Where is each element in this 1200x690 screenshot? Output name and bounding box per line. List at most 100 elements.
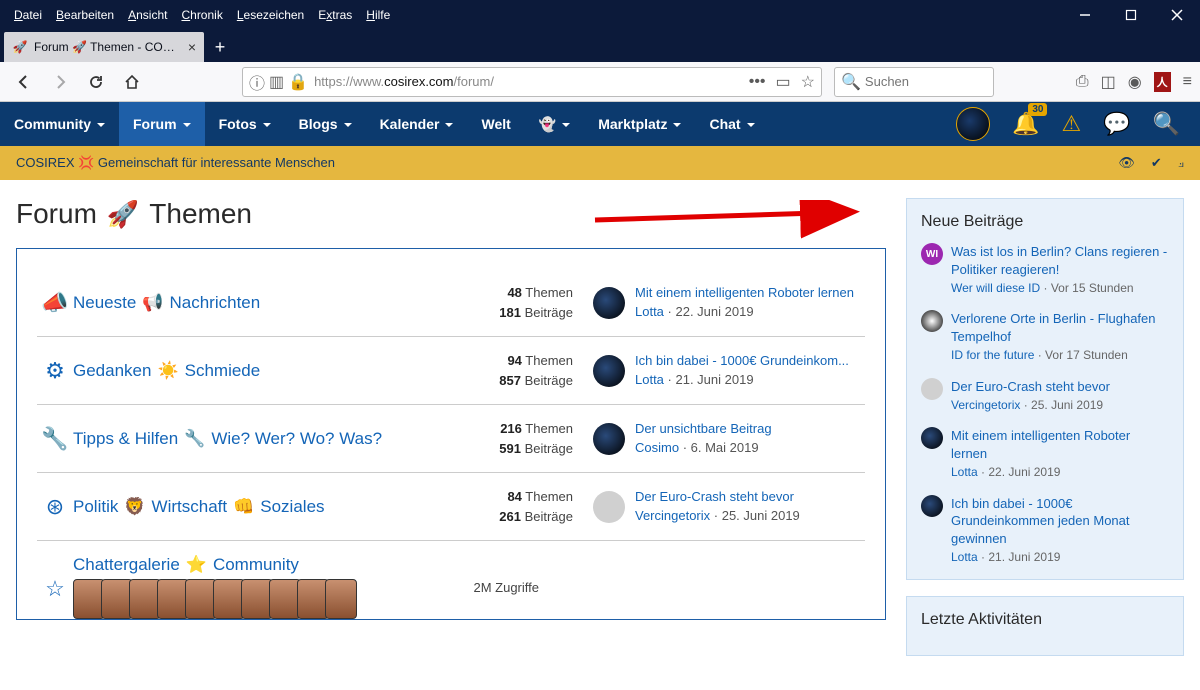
library-icon[interactable]: ⎙ [1076, 73, 1089, 91]
check-icon[interactable]: ✔ [1151, 155, 1162, 171]
sidebar-heading: Neue Beiträge [921, 213, 1169, 231]
nav-marktplatz[interactable]: Marktplatz [584, 102, 695, 146]
hamburger-menu-icon[interactable]: ≡ [1183, 73, 1192, 91]
avatar[interactable] [921, 495, 943, 517]
forum-stats: 84 Themen 261 Beiträge [433, 487, 573, 526]
menu-lesezeichen[interactable]: Lesezeichen [237, 8, 304, 22]
close-button[interactable] [1154, 0, 1200, 30]
sidebar-post-item[interactable]: Der Euro-Crash steht bevorVercingetorix … [921, 378, 1169, 414]
reload-button[interactable] [80, 66, 112, 98]
forum-last-post[interactable]: Der Euro-Crash steht bevor Vercingetorix… [573, 488, 865, 524]
site-nav: Community Forum Fotos Blogs Kalender Wel… [0, 102, 1200, 146]
wrench-icon: 🔧 [37, 426, 73, 452]
home-button[interactable] [116, 66, 148, 98]
new-tab-button[interactable]: + [204, 32, 236, 62]
empire-icon: ⊛ [37, 494, 73, 520]
forum-stats: 48 Themen 181 Beiträge [433, 283, 573, 322]
warning-icon[interactable]: ⚠ [1061, 111, 1081, 137]
sidebar-post-item[interactable]: WI Was ist los in Berlin? Clans regieren… [921, 243, 1169, 296]
nav-kalender[interactable]: Kalender [366, 102, 468, 146]
nav-community[interactable]: Community [0, 102, 119, 146]
chat-bubbles-icon[interactable]: 💬 [1103, 111, 1130, 137]
forum-stats: 94 Themen 857 Beiträge [433, 351, 573, 390]
nav-welt[interactable]: Welt [467, 102, 524, 146]
avatar-globe-icon[interactable] [956, 107, 990, 141]
avatar[interactable] [593, 491, 625, 523]
minimize-button[interactable] [1062, 0, 1108, 30]
forum-title[interactable]: Politik 🦁 Wirtschaft 👊 Soziales [73, 497, 433, 517]
menu-bearbeiten[interactable]: Bearbeiten [56, 8, 114, 22]
browser-toolbar: ⓘ ▥ 🔒 https://www.cosirex.com/forum/ •••… [0, 62, 1200, 102]
forward-button[interactable] [44, 66, 76, 98]
info-icon[interactable]: ⓘ [249, 70, 265, 94]
reader-icon[interactable]: ▭ [776, 72, 791, 92]
menu-hilfe[interactable]: Hilfe [366, 8, 390, 22]
tab-close-icon[interactable]: × [188, 39, 196, 55]
avatar[interactable] [593, 423, 625, 455]
forum-last-post[interactable]: Ich bin dabei - 1000€ Grundeinkom... Lot… [573, 352, 865, 388]
avatar[interactable] [593, 287, 625, 319]
menu-extras[interactable]: Extras [318, 8, 352, 22]
forum-stats: 216 Themen 591 Beiträge [433, 419, 573, 458]
tab-strip: 🚀 Forum 🚀 Themen - COSIREX × + [0, 30, 1200, 62]
search-icon: 🔍 [841, 72, 861, 92]
sidebar-post-item[interactable]: Ich bin dabei - 1000€ Grundeinkommen jed… [921, 495, 1169, 566]
nav-chat[interactable]: Chat [695, 102, 768, 146]
window-titlebar: Datei Bearbeiten Ansicht Chronik Lesezei… [0, 0, 1200, 30]
forum-row[interactable]: 🔧 Tipps & Hilfen 🔧 Wie? Wer? Wo? Was? 21… [37, 405, 865, 473]
menu-datei[interactable]: Datei [14, 8, 42, 22]
maximize-button[interactable] [1108, 0, 1154, 30]
forum-title[interactable]: Chattergalerie ⭐ Community [73, 555, 399, 575]
forum-title[interactable]: Gedanken ☀️ Schmiede [73, 361, 433, 381]
url-bar[interactable]: ⓘ ▥ 🔒 https://www.cosirex.com/forum/ •••… [242, 67, 822, 97]
forum-row[interactable]: ⚙ Gedanken ☀️ Schmiede 94 Themen 857 Bei… [37, 337, 865, 405]
eye-icon[interactable]: 👁 [1118, 155, 1135, 171]
browser-tab[interactable]: 🚀 Forum 🚀 Themen - COSIREX × [4, 32, 204, 62]
avatar[interactable] [921, 310, 943, 332]
sidebar-heading: Letzte Aktivitäten [921, 611, 1169, 629]
bell-icon[interactable]: 🔔30 [1012, 111, 1039, 137]
forum-stats: 2M Zugriffe [399, 580, 539, 595]
forum-category-box: 📣 Neueste 📢 Nachrichten 48 Themen 181 Be… [16, 248, 886, 620]
nav-ghost[interactable]: 👻 [525, 102, 584, 146]
gear-icon: ⚙ [37, 358, 73, 384]
avatar-gallery [73, 579, 399, 619]
breadcrumb-text[interactable]: COSIREX 💢 Gemeinschaft für interessante … [16, 155, 335, 171]
url-text: https://www.cosirex.com/forum/ [314, 74, 749, 89]
back-button[interactable] [8, 66, 40, 98]
nav-blogs[interactable]: Blogs [285, 102, 366, 146]
avatar[interactable] [593, 355, 625, 387]
search-nav-icon[interactable]: 🔍 [1153, 111, 1180, 137]
menu-ansicht[interactable]: Ansicht [128, 8, 167, 22]
tracker-icon[interactable]: ▥ [269, 72, 284, 92]
more-icon[interactable]: ••• [749, 73, 766, 91]
pdf-icon[interactable]: 人 [1154, 72, 1171, 92]
tab-title: Forum 🚀 Themen - COSIREX [34, 40, 182, 54]
sync-icon[interactable]: ◉ [1128, 72, 1142, 92]
sidebar-post-item[interactable]: Verlorene Orte in Berlin - Flughafen Tem… [921, 310, 1169, 363]
favicon-icon: 🚀 [12, 39, 28, 55]
forum-last-post[interactable]: Der unsichtbare Beitrag Cosimo · 6. Mai … [573, 420, 865, 456]
star-outline-icon: ☆ [37, 572, 73, 602]
search-bar[interactable]: 🔍 [834, 67, 994, 97]
rss-icon[interactable]: ⟓ [1178, 155, 1184, 171]
avatar[interactable] [921, 427, 943, 449]
sidebar-post-item[interactable]: Mit einem intelligenten Roboter lernenLo… [921, 427, 1169, 480]
sidebar-icon[interactable]: ◫ [1101, 72, 1116, 92]
menu-chronik[interactable]: Chronik [181, 8, 222, 22]
forum-last-post[interactable]: Mit einem intelligenten Roboter lernen L… [573, 284, 865, 320]
bookmark-star-icon[interactable]: ☆ [801, 72, 815, 92]
nav-fotos[interactable]: Fotos [205, 102, 285, 146]
search-input[interactable] [865, 74, 987, 89]
avatar[interactable]: WI [921, 243, 943, 265]
forum-title[interactable]: Neueste 📢 Nachrichten [73, 293, 433, 313]
nav-forum[interactable]: Forum [119, 102, 205, 146]
forum-row[interactable]: ⊛ Politik 🦁 Wirtschaft 👊 Soziales 84 The… [37, 473, 865, 541]
forum-row[interactable]: 📣 Neueste 📢 Nachrichten 48 Themen 181 Be… [37, 269, 865, 337]
forum-title[interactable]: Tipps & Hilfen 🔧 Wie? Wer? Wo? Was? [73, 429, 433, 449]
forum-row-gallery[interactable]: ☆ Chattergalerie ⭐ Community 2M Zugriffe [37, 541, 865, 619]
notification-badge: 30 [1028, 103, 1047, 116]
sidebar-letzte-aktivitaeten: Letzte Aktivitäten [906, 596, 1184, 656]
avatar[interactable] [921, 378, 943, 400]
breadcrumb-bar: COSIREX 💢 Gemeinschaft für interessante … [0, 146, 1200, 180]
